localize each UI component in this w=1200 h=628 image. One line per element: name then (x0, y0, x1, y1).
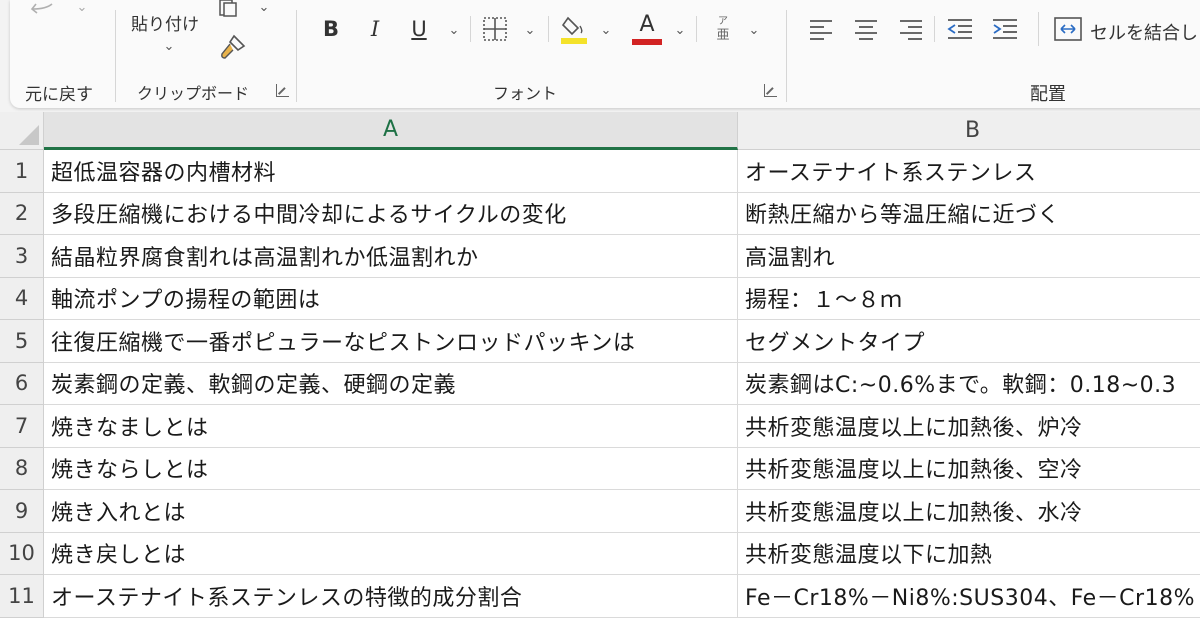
cell-a[interactable]: オーステナイト系ステンレスの特徴的成分割合 (44, 575, 738, 618)
table-row: 9 焼き入れとは 共析変態温度以上に加熱後、水冷 (0, 490, 1200, 533)
row-header[interactable]: 3 (0, 235, 44, 278)
underline-button[interactable]: U (406, 14, 432, 44)
table-row: 7 焼きなましとは 共析変態温度以上に加熱後、炉冷 (0, 405, 1200, 448)
bold-button[interactable]: B (318, 14, 344, 44)
column-header-a[interactable]: A (44, 112, 738, 150)
font-color-letter: A (639, 12, 655, 37)
phonetic-dropdown-chevron[interactable]: ⌄ (746, 20, 762, 40)
row-header[interactable]: 11 (0, 575, 44, 618)
font-color-dropdown-chevron[interactable]: ⌄ (672, 20, 688, 40)
table-row: 4 軸流ポンプの揚程の範囲は 揚程：１～８ｍ (0, 277, 1200, 320)
cell-b[interactable]: 断熱圧縮から等温圧縮に近づく (738, 193, 1200, 235)
separator-font-inner-2 (548, 16, 549, 42)
cell-b[interactable]: 炭素鋼はC:~0.6%まで。軟鋼：0.18~0.3 (738, 363, 1200, 405)
cell-a[interactable]: 往復圧縮機で一番ポピュラーなピストンロッドパッキンは (44, 320, 738, 363)
phonetic-bottom-glyph: 亜 (716, 28, 730, 43)
table-row: 1 超低温容器の内槽材料 オーステナイト系ステンレス (0, 150, 1200, 193)
paste-button[interactable]: 貼り付け (131, 10, 199, 35)
undo-dropdown-chevron[interactable]: ⌄ (74, 0, 90, 15)
table-row: 10 焼き戻しとは 共析変態温度以下に加熱 (0, 532, 1200, 575)
undo-icon[interactable] (30, 0, 64, 20)
merge-cells-button[interactable]: セルを結合し (1090, 19, 1198, 45)
underline-dropdown-chevron[interactable]: ⌄ (446, 20, 462, 40)
ribbon: ⌄ 元に戻す 貼り付け ⌄ ⌄ クリップボード B I U ⌄ ⌄ ⌄ A ⌄ … (0, 0, 1200, 112)
separator-font-inner-3 (696, 16, 697, 42)
paste-dropdown-chevron[interactable]: ⌄ (161, 38, 177, 54)
cell-b[interactable]: 共析変態温度以上に加熱後、炉冷 (738, 405, 1200, 448)
font-group-label: フォント (493, 84, 558, 103)
highlight-fill-icon[interactable] (558, 12, 590, 46)
cell-b[interactable]: 共析変態温度以上に加熱後、空冷 (738, 448, 1200, 490)
copy-dropdown-chevron[interactable]: ⌄ (256, 0, 272, 15)
table-row: 5 往復圧縮機で一番ポピュラーなピストンロッドパッキンは セグメントタイプ (0, 320, 1200, 363)
table-row: 11 オーステナイト系ステンレスの特徴的成分割合 Fe－Cr18%－Ni8%:SUS… (0, 575, 1200, 618)
merge-cells-icon[interactable] (1052, 14, 1084, 44)
italic-button[interactable]: I (362, 14, 388, 44)
align-center-icon[interactable] (851, 14, 881, 44)
cell-b[interactable]: オーステナイト系ステンレス (738, 150, 1200, 193)
cell-b[interactable]: Fe－Cr18%－Ni8%:SUS304、Fe－Cr18% (738, 575, 1200, 618)
cell-a[interactable]: 焼き入れとは (44, 490, 738, 533)
row-header[interactable]: 4 (0, 277, 44, 320)
cell-a[interactable]: 軸流ポンプの揚程の範囲は (44, 277, 738, 320)
separator-clipboard (296, 10, 297, 102)
align-right-icon[interactable] (896, 14, 926, 44)
borders-icon[interactable] (480, 14, 510, 44)
copy-icon[interactable] (216, 0, 246, 18)
cell-a[interactable]: 超低温容器の内槽材料 (44, 150, 738, 193)
phonetic-guide-button[interactable]: ア 亜 (710, 12, 736, 48)
format-painter-icon[interactable] (216, 32, 248, 64)
clipboard-group-label: クリップボード (137, 84, 250, 103)
borders-dropdown-chevron[interactable]: ⌄ (522, 20, 538, 40)
row-header[interactable]: 5 (0, 320, 44, 363)
cell-a[interactable]: 焼きならしとは (44, 447, 738, 490)
separator-align-inner (934, 16, 935, 42)
cell-b[interactable]: セグメントタイプ (738, 320, 1200, 363)
undo-group-label: 元に戻す (25, 85, 93, 105)
increase-indent-icon[interactable] (989, 14, 1021, 44)
row-header[interactable]: 7 (0, 405, 44, 448)
separator-merge (1038, 12, 1039, 46)
cell-b[interactable]: 共析変態温度以上に加熱後、水冷 (738, 490, 1200, 533)
align-left-icon[interactable] (806, 14, 836, 44)
row-header[interactable]: 1 (0, 150, 44, 193)
row-header[interactable]: 10 (0, 532, 44, 575)
font-color-swatch (632, 39, 662, 45)
font-dialog-launcher-icon[interactable] (764, 84, 777, 97)
table-row: 8 焼きならしとは 共析変態温度以上に加熱後、空冷 (0, 447, 1200, 490)
cell-a[interactable]: 多段圧縮機における中間冷却によるサイクルの変化 (44, 192, 738, 235)
table-row: 3 結晶粒界腐食割れは高温割れか低温割れか 高温割れ (0, 235, 1200, 278)
row-header[interactable]: 8 (0, 447, 44, 490)
cell-b[interactable]: 揚程：１～８ｍ (738, 278, 1200, 320)
cell-b[interactable]: 高温割れ (738, 235, 1200, 278)
alignment-group-label: 配置 (1030, 84, 1066, 105)
row-header[interactable]: 9 (0, 490, 44, 533)
cell-a[interactable]: 焼き戻しとは (44, 532, 738, 575)
font-color-button[interactable]: A (630, 10, 664, 48)
cell-a[interactable]: 炭素鋼の定義、軟鋼の定義、硬鋼の定義 (44, 362, 738, 405)
spreadsheet-grid: A B 1 超低温容器の内槽材料 オーステナイト系ステンレス 2 多段圧縮機における中間… (0, 112, 1200, 628)
table-row: 2 多段圧縮機における中間冷却によるサイクルの変化 断熱圧縮から等温圧縮に近づく (0, 192, 1200, 235)
highlight-dropdown-chevron[interactable]: ⌄ (598, 20, 614, 40)
row-header[interactable]: 6 (0, 362, 44, 405)
column-header-b[interactable]: B (738, 112, 1200, 150)
cell-b[interactable]: 共析変態温度以下に加熱 (738, 533, 1200, 575)
highlight-color-swatch (561, 38, 587, 44)
clipboard-dialog-launcher-icon[interactable] (276, 84, 289, 97)
phonetic-top-glyph: ア (718, 16, 728, 27)
separator-undo (115, 10, 116, 102)
cell-a[interactable]: 結晶粒界腐食割れは高温割れか低温割れか (44, 235, 738, 278)
cell-a[interactable]: 焼きなましとは (44, 405, 738, 448)
row-header[interactable]: 2 (0, 192, 44, 235)
separator-font (786, 10, 787, 102)
decrease-indent-icon[interactable] (944, 14, 976, 44)
separator-font-inner-1 (470, 16, 471, 42)
table-row: 6 炭素鋼の定義、軟鋼の定義、硬鋼の定義 炭素鋼はC:~0.6%まで。軟鋼：0.18… (0, 362, 1200, 405)
select-all-corner[interactable] (0, 112, 44, 150)
